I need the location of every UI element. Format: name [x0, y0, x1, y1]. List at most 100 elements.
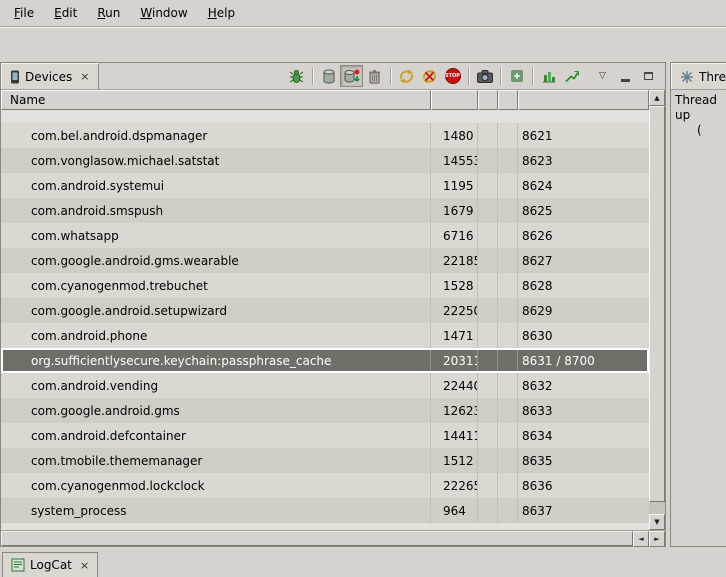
process-col3 — [478, 273, 498, 298]
process-col3 — [478, 423, 498, 448]
menu-item-edit[interactable]: Edit — [44, 2, 87, 24]
refresh-arrows-x-icon — [422, 69, 437, 84]
process-pid: 6716 — [431, 223, 478, 248]
process-col4 — [498, 223, 518, 248]
column-header-3[interactable] — [478, 90, 498, 110]
tab-threads[interactable]: Threads — [671, 63, 726, 89]
process-row[interactable]: com.whatsapp 6716 8626 — [1, 223, 649, 248]
toolbar-separator — [468, 68, 469, 85]
horizontal-scroll-thumb[interactable] — [1, 531, 633, 546]
vertical-scroll-thumb[interactable] — [649, 106, 665, 502]
process-row[interactable]: com.vonglasow.michael.satstat 14553 8623 — [1, 148, 649, 173]
process-row[interactable]: com.android.smspush 1679 8625 — [1, 198, 649, 223]
process-name: com.vonglasow.michael.satstat — [1, 148, 431, 173]
line-chart-icon — [565, 69, 579, 83]
process-port: 8626 — [518, 223, 649, 248]
method-profiling-button[interactable] — [537, 65, 560, 87]
process-col4 — [498, 373, 518, 398]
process-name: com.android.phone — [1, 323, 431, 348]
column-header-pid[interactable] — [431, 90, 478, 110]
threads-content: Thread up ( — [671, 90, 726, 141]
process-row[interactable]: com.android.systemui 1195 8624 — [1, 173, 649, 198]
allocation-tracker-button[interactable] — [560, 65, 583, 87]
close-icon[interactable]: × — [77, 559, 89, 572]
process-row[interactable]: com.google.android.setupwizard 22250 862… — [1, 298, 649, 323]
horizontal-scroll-track[interactable] — [1, 531, 633, 546]
process-port: 8630 — [518, 323, 649, 348]
heap-cylinder-icon — [322, 69, 336, 84]
minimize-button[interactable] — [614, 65, 637, 87]
process-name: com.android.vending — [1, 373, 431, 398]
stop-process-button[interactable]: STOP — [441, 65, 464, 87]
process-name: com.cyanogenmod.trebuchet — [1, 273, 431, 298]
tab-logcat-label: LogCat — [30, 558, 72, 572]
process-row[interactable]: com.android.vending 22440 8632 — [1, 373, 649, 398]
process-row[interactable]: com.android.phone 1471 8630 — [1, 323, 649, 348]
toolbar-separator — [312, 68, 313, 85]
tab-logcat[interactable]: LogCat × — [2, 552, 98, 577]
menu-item-window[interactable]: Window — [130, 2, 197, 24]
toolbar-strip — [0, 27, 726, 61]
process-row[interactable]: system_process 964 8637 — [1, 498, 649, 523]
tab-devices[interactable]: Devices × — [1, 63, 99, 89]
process-col4 — [498, 473, 518, 498]
screen-capture-button[interactable] — [473, 65, 496, 87]
process-port: 8635 — [518, 448, 649, 473]
process-port: 8624 — [518, 173, 649, 198]
process-row[interactable]: com.bel.android.dspmanager 1480 8621 — [1, 123, 649, 148]
scroll-up-icon[interactable]: ▲ — [649, 90, 665, 106]
process-col4 — [498, 248, 518, 273]
process-port: 8631 / 8700 — [518, 348, 649, 373]
column-header-4[interactable] — [498, 90, 518, 110]
process-col3 — [478, 123, 498, 148]
process-pid: 964 — [431, 498, 478, 523]
process-col4 — [498, 148, 518, 173]
vertical-scroll-track[interactable] — [649, 106, 665, 514]
process-row[interactable]: com.android.defcontainer 14411 8634 — [1, 423, 649, 448]
cause-gc-button[interactable] — [363, 65, 386, 87]
menu-item-run[interactable]: Run — [87, 2, 130, 24]
chevron-down-icon: ▽ — [599, 71, 606, 81]
bottom-tab-bar: LogCat × — [0, 547, 726, 577]
debug-process-button[interactable] — [285, 65, 308, 87]
system-info-button[interactable] — [505, 65, 528, 87]
process-row[interactable]: com.tmobile.thememanager 1512 8635 — [1, 448, 649, 473]
update-threads-button[interactable] — [395, 65, 418, 87]
process-pid: 1471 — [431, 323, 478, 348]
stop-threads-button[interactable] — [418, 65, 441, 87]
column-header-name[interactable]: Name — [1, 90, 431, 110]
maximize-button[interactable] — [637, 65, 660, 87]
process-row[interactable]: com.google.android.gms 12623 8633 — [1, 398, 649, 423]
scroll-down-icon[interactable]: ▼ — [649, 514, 665, 530]
horizontal-scrollbar[interactable]: ◄ ► — [1, 530, 665, 546]
process-port: 8636 — [518, 473, 649, 498]
process-row[interactable]: com.cyanogenmod.lockclock 22265 8636 — [1, 473, 649, 498]
column-header-port[interactable] — [518, 90, 649, 110]
process-row[interactable]: com.cyanogenmod.trebuchet 1528 8628 — [1, 273, 649, 298]
menu-item-help[interactable]: Help — [198, 2, 245, 24]
close-icon[interactable]: × — [77, 70, 89, 83]
logcat-icon — [11, 558, 25, 572]
process-row[interactable]: com.google.android.gms.wearable 22185 86… — [1, 248, 649, 273]
process-row[interactable]: org.sufficientlysecure.keychain:passphra… — [1, 348, 649, 373]
vertical-scrollbar[interactable]: ▲ ▼ — [649, 90, 665, 530]
process-name: com.tmobile.thememanager — [1, 448, 431, 473]
process-port: 8633 — [518, 398, 649, 423]
minimize-icon — [621, 79, 630, 82]
bar-chart-icon — [542, 69, 556, 83]
table-header-row: Name — [1, 90, 649, 110]
stop-sign-icon: STOP — [445, 68, 461, 84]
scroll-right-icon[interactable]: ► — [649, 531, 665, 547]
process-name: com.android.defcontainer — [1, 423, 431, 448]
update-heap-button[interactable] — [317, 65, 340, 87]
process-col4 — [498, 423, 518, 448]
view-menu-button[interactable]: ▽ — [591, 65, 614, 87]
menu-item-file[interactable]: File — [4, 2, 44, 24]
dump-hprof-button[interactable] — [340, 65, 363, 87]
scroll-left-icon[interactable]: ◄ — [633, 531, 649, 547]
process-port: 8623 — [518, 148, 649, 173]
process-name: com.google.android.gms.wearable — [1, 248, 431, 273]
process-pid: 1512 — [431, 448, 478, 473]
process-col3 — [478, 198, 498, 223]
process-col3 — [478, 173, 498, 198]
